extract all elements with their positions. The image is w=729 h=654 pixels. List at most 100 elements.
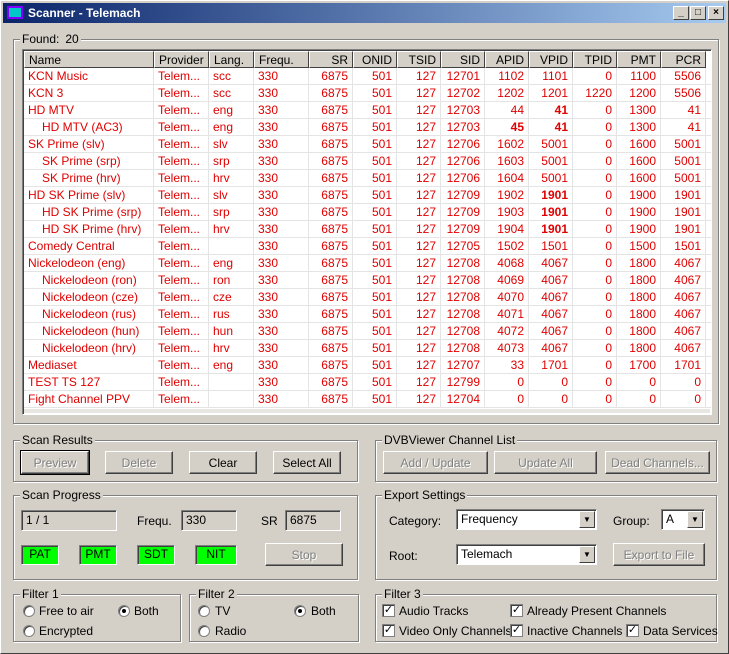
- cell-provider: Telem...: [154, 255, 209, 271]
- video-only-checkbox[interactable]: ✓: [382, 624, 395, 637]
- radio-radio[interactable]: [198, 625, 210, 637]
- table-row[interactable]: HD MTV Telem... eng 330 6875 501 127 12703 44 41 0…: [24, 102, 711, 119]
- table-row[interactable]: KCN Music Telem... scc 330 6875 501 127 12701 11…: [24, 68, 711, 85]
- preview-button[interactable]: Preview: [20, 450, 90, 475]
- cell-apid: 4073: [485, 340, 529, 356]
- cell-lang: [209, 238, 254, 254]
- column-header-pmt[interactable]: PMT: [617, 51, 661, 68]
- cell-frequ: 330: [254, 119, 309, 135]
- cell-tpid: 0: [573, 153, 617, 169]
- table-row[interactable]: HD SK Prime (srp) Telem... srp 330 6875 501 12…: [24, 204, 711, 221]
- cell-frequ: 330: [254, 391, 309, 407]
- minimize-button[interactable]: _: [673, 6, 689, 20]
- horizontal-scrollbar[interactable]: [24, 409, 710, 413]
- table-row[interactable]: SK Prime (hrv) Telem... hrv 330 6875 501 127 12…: [24, 170, 711, 187]
- column-header-pcr[interactable]: PCR: [661, 51, 706, 68]
- dead-channels-button[interactable]: Dead Channels...: [605, 451, 710, 474]
- cell-apid: 0: [485, 391, 529, 407]
- encrypted-radio[interactable]: [23, 625, 35, 637]
- cell-onid: 501: [353, 289, 397, 305]
- scan-progress-title: Scan Progress: [20, 488, 103, 502]
- column-header-sid[interactable]: SID: [441, 51, 485, 68]
- cell-apid: 1902: [485, 187, 529, 203]
- table-row[interactable]: Nickelodeon (ron) Telem... ron 330 6875 501 12…: [24, 272, 711, 289]
- cell-name: SK Prime (hrv): [24, 170, 154, 186]
- chevron-down-icon[interactable]: ▼: [579, 511, 595, 528]
- table-row[interactable]: SK Prime (srp) Telem... srp 330 6875 501 127 12…: [24, 153, 711, 170]
- cell-onid: 501: [353, 340, 397, 356]
- category-select[interactable]: Frequency ▼: [456, 509, 597, 530]
- maximize-button[interactable]: □: [690, 6, 706, 20]
- filter2-both-radio[interactable]: [294, 605, 306, 617]
- chevron-down-icon[interactable]: ▼: [687, 511, 703, 528]
- cell-sr: 6875: [309, 391, 353, 407]
- column-header-apid[interactable]: APID: [485, 51, 529, 68]
- cell-name: TEST TS 127: [24, 374, 154, 390]
- cell-pmt: 1200: [617, 85, 661, 101]
- select-all-button[interactable]: Select All: [273, 451, 341, 474]
- title-bar[interactable]: Scanner - Telemach _ □ ×: [3, 3, 726, 23]
- cell-tpid: 0: [573, 187, 617, 203]
- cell-apid: 1903: [485, 204, 529, 220]
- update-all-button[interactable]: Update All: [494, 451, 597, 474]
- table-row[interactable]: SK Prime (slv) Telem... slv 330 6875 501 127 12…: [24, 136, 711, 153]
- cell-pcr: 4067: [661, 272, 706, 288]
- table-row[interactable]: Fight Channel PPV Telem... 330 6875 501 127 12…: [24, 391, 711, 408]
- root-value: Telemach: [461, 547, 513, 561]
- delete-button[interactable]: Delete: [105, 451, 173, 474]
- table-row[interactable]: Mediaset Telem... eng 330 6875 501 127 12707 33 1…: [24, 357, 711, 374]
- cell-sid: 12708: [441, 323, 485, 339]
- group-select[interactable]: A ▼: [661, 509, 705, 530]
- filter1-both-radio[interactable]: [118, 605, 130, 617]
- sr-label: SR: [261, 514, 278, 528]
- table-row[interactable]: HD SK Prime (hrv) Telem... hrv 330 6875 501 12…: [24, 221, 711, 238]
- cell-tsid: 127: [397, 187, 441, 203]
- free-to-air-radio[interactable]: [23, 605, 35, 617]
- data-services-checkbox[interactable]: ✓: [626, 624, 639, 637]
- clear-button[interactable]: Clear: [189, 451, 257, 474]
- export-settings-title: Export Settings: [382, 488, 468, 502]
- stop-button[interactable]: Stop: [265, 543, 343, 566]
- cell-onid: 501: [353, 391, 397, 407]
- column-header-vpid[interactable]: VPID: [529, 51, 573, 68]
- table-row[interactable]: Nickelodeon (hun) Telem... hun 330 6875 501 12…: [24, 323, 711, 340]
- cell-pcr: 1501: [661, 238, 706, 254]
- chevron-down-icon[interactable]: ▼: [579, 546, 595, 563]
- audio-tracks-checkbox[interactable]: ✓: [382, 604, 395, 617]
- table-row[interactable]: HD SK Prime (slv) Telem... slv 330 6875 501 12…: [24, 187, 711, 204]
- cell-onid: 501: [353, 221, 397, 237]
- export-to-file-button[interactable]: Export to File: [613, 543, 705, 566]
- tv-radio[interactable]: [198, 605, 210, 617]
- column-header-sr[interactable]: SR: [309, 51, 353, 68]
- table-row[interactable]: TEST TS 127 Telem... 330 6875 501 127 12799 0 0 0…: [24, 374, 711, 391]
- column-header-tsid[interactable]: TSID: [397, 51, 441, 68]
- cell-onid: 501: [353, 374, 397, 390]
- cell-apid: 1603: [485, 153, 529, 169]
- column-header-onid[interactable]: ONID: [353, 51, 397, 68]
- cell-frequ: 330: [254, 136, 309, 152]
- close-button[interactable]: ×: [708, 6, 724, 20]
- column-header-name[interactable]: Name: [24, 51, 154, 68]
- table-row[interactable]: Nickelodeon (rus) Telem... rus 330 6875 501 12…: [24, 306, 711, 323]
- channel-list-view[interactable]: Name Provider Lang. Frequ. SR ONID TSID SID APID…: [22, 49, 712, 415]
- table-row[interactable]: KCN 3 Telem... scc 330 6875 501 127 12702 1202 12…: [24, 85, 711, 102]
- already-present-checkbox[interactable]: ✓: [510, 604, 523, 617]
- table-row[interactable]: Nickelodeon (cze) Telem... cze 330 6875 501 12…: [24, 289, 711, 306]
- table-row[interactable]: HD MTV (AC3) Telem... eng 330 6875 501 127 1270…: [24, 119, 711, 136]
- column-header-lang[interactable]: Lang.: [209, 51, 254, 68]
- inactive-channels-checkbox[interactable]: ✓: [510, 624, 523, 637]
- root-select[interactable]: Telemach ▼: [456, 544, 597, 565]
- cell-lang: rus: [209, 306, 254, 322]
- add-update-button[interactable]: Add / Update: [383, 451, 488, 474]
- cell-pmt: 1600: [617, 170, 661, 186]
- cell-frequ: 330: [254, 187, 309, 203]
- column-header-tpid[interactable]: TPID: [573, 51, 617, 68]
- table-row[interactable]: Nickelodeon (hrv) Telem... hrv 330 6875 501 12…: [24, 340, 711, 357]
- column-header-provider[interactable]: Provider: [154, 51, 209, 68]
- column-header-frequ[interactable]: Frequ.: [254, 51, 309, 68]
- table-row[interactable]: Comedy Central Telem... 330 6875 501 127 12705…: [24, 238, 711, 255]
- table-row[interactable]: Nickelodeon (eng) Telem... eng 330 6875 501 12…: [24, 255, 711, 272]
- cell-sr: 6875: [309, 85, 353, 101]
- cell-pmt: 1800: [617, 255, 661, 271]
- cell-vpid: 1201: [529, 85, 573, 101]
